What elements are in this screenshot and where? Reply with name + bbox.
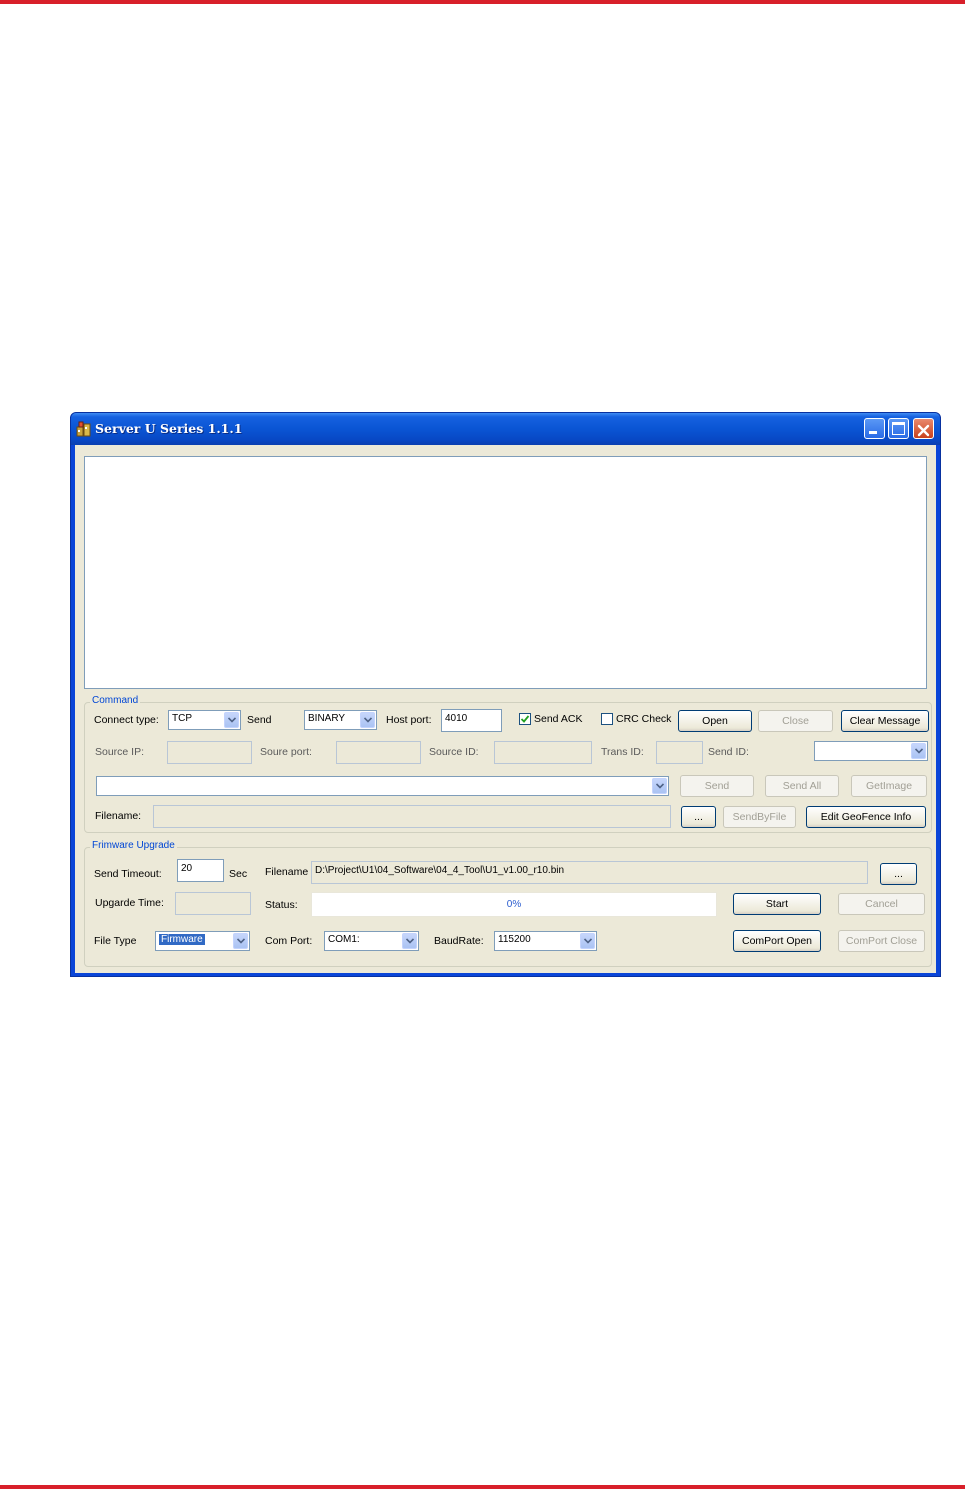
minimize-icon xyxy=(869,431,877,434)
close-button[interactable]: Close xyxy=(758,710,833,732)
send-timeout-input[interactable]: 20 xyxy=(177,859,224,882)
send-id-select[interactable] xyxy=(814,741,928,761)
file-type-label: File Type xyxy=(94,935,137,947)
progress-text: 0% xyxy=(506,899,522,910)
file-type-value: Firmware xyxy=(159,934,205,945)
cancel-button[interactable]: Cancel xyxy=(838,893,925,915)
source-port-label: Soure port: xyxy=(260,746,312,758)
open-button[interactable]: Open xyxy=(678,710,752,732)
source-ip-label: Source IP: xyxy=(95,746,145,758)
command-group-label: Command xyxy=(90,695,141,706)
app-window: Server U Series 1.1.1 Command Connect ty… xyxy=(70,412,941,977)
getimage-button[interactable]: GetImage xyxy=(851,775,927,797)
file-type-select[interactable]: Firmware xyxy=(155,931,250,951)
send-id-label: Send ID: xyxy=(708,746,749,758)
start-button[interactable]: Start xyxy=(733,893,821,915)
maximize-icon xyxy=(892,422,905,435)
command-filename-field xyxy=(153,805,671,828)
connect-type-value: TCP xyxy=(172,713,192,724)
chevron-down-icon[interactable] xyxy=(580,933,595,949)
source-id-label: Source ID: xyxy=(429,746,479,758)
send-all-button[interactable]: Send All xyxy=(765,775,839,797)
command-select[interactable] xyxy=(96,776,669,796)
chevron-down-icon[interactable] xyxy=(652,778,667,794)
send-format-label: Send xyxy=(247,714,272,726)
baudrate-label: BaudRate: xyxy=(434,935,484,947)
send-timeout-label: Send Timeout: xyxy=(94,868,162,880)
sec-label: Sec xyxy=(229,868,248,880)
send-button[interactable]: Send xyxy=(680,775,754,797)
crc-check-checkbox[interactable] xyxy=(601,713,613,725)
connect-type-label: Connect type: xyxy=(94,714,159,726)
source-ip-field xyxy=(167,741,252,764)
source-port-field xyxy=(336,741,421,764)
baudrate-value: 115200 xyxy=(498,934,531,945)
edit-geofence-button[interactable]: Edit GeoFence Info xyxy=(806,806,926,828)
send-ack-label: Send ACK xyxy=(534,713,583,725)
trans-id-label: Trans ID: xyxy=(601,746,644,758)
page-top-rule xyxy=(0,0,965,4)
page-bottom-rule xyxy=(0,1485,965,1489)
chevron-down-icon[interactable] xyxy=(233,933,248,949)
filename-label: Filename: xyxy=(95,810,142,822)
browse-command-file-button[interactable]: ... xyxy=(681,806,716,828)
connect-type-select[interactable]: TCP xyxy=(168,710,241,730)
baudrate-select[interactable]: 115200 xyxy=(494,931,597,951)
close-window-button[interactable] xyxy=(913,418,934,439)
maximize-button[interactable] xyxy=(888,418,909,439)
upgrade-time-label: Upgarde Time: xyxy=(95,897,164,909)
comport-open-button[interactable]: ComPort Open xyxy=(733,930,821,952)
trans-id-field xyxy=(656,741,703,764)
upgrade-progress-bar: 0% xyxy=(311,892,717,917)
upgrade-time-field xyxy=(175,892,251,915)
browse-firmware-button[interactable]: ... xyxy=(880,863,917,885)
clear-message-button[interactable]: Clear Message xyxy=(841,710,929,732)
window-client-area: Command Connect type: TCP Send BINARY Ho… xyxy=(75,445,936,973)
source-id-field xyxy=(494,741,592,764)
comport-close-button[interactable]: ComPort Close xyxy=(838,930,925,952)
send-format-select[interactable]: BINARY xyxy=(304,710,377,730)
minimize-button[interactable] xyxy=(864,418,885,439)
checkmark-icon xyxy=(520,715,530,723)
host-port-label: Host port: xyxy=(386,714,432,726)
host-port-input[interactable]: 4010 xyxy=(441,709,502,732)
chevron-down-icon[interactable] xyxy=(360,712,375,728)
app-icon xyxy=(76,421,92,437)
fw-filename-label: Filename xyxy=(265,866,309,878)
sendbyfile-button[interactable]: SendByFile xyxy=(723,806,796,828)
firmware-group-label: Frimware Upgrade xyxy=(90,840,177,851)
title-bar[interactable]: Server U Series 1.1.1 xyxy=(71,413,940,445)
com-port-label: Com Port: xyxy=(265,935,313,947)
chevron-down-icon[interactable] xyxy=(911,743,926,759)
com-port-value: COM1: xyxy=(328,934,360,945)
fw-filename-field: D:\Project\U1\04_Software\04_4_Tool\U1_v… xyxy=(311,861,868,884)
status-label: Status: xyxy=(265,899,298,911)
close-icon xyxy=(917,422,930,441)
window-title: Server U Series 1.1.1 xyxy=(95,421,243,436)
message-log[interactable] xyxy=(84,456,927,689)
send-format-value: BINARY xyxy=(308,713,346,724)
chevron-down-icon[interactable] xyxy=(402,933,417,949)
chevron-down-icon[interactable] xyxy=(224,712,239,728)
crc-check-label: CRC Check xyxy=(616,713,672,725)
com-port-select[interactable]: COM1: xyxy=(324,931,419,951)
send-ack-checkbox[interactable] xyxy=(519,713,531,725)
